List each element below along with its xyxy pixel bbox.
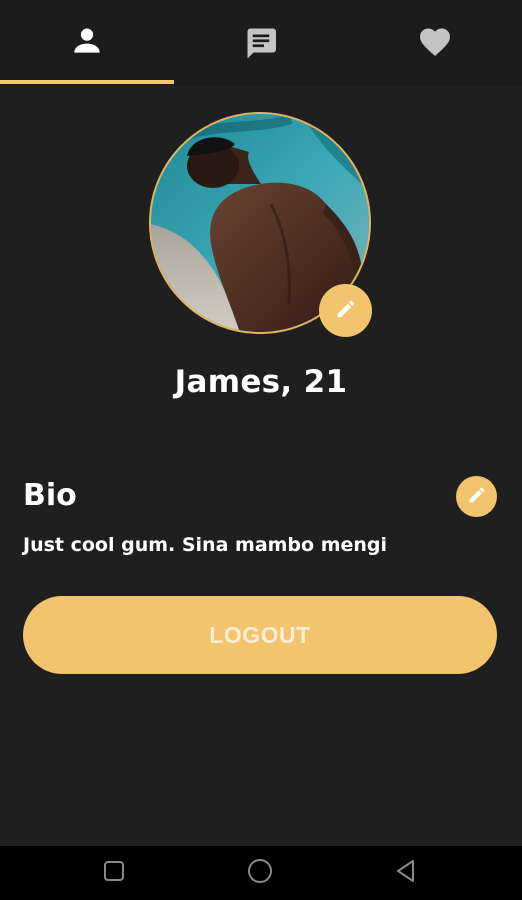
home-button[interactable] xyxy=(230,846,290,900)
profile-name: James, 21 xyxy=(174,364,348,400)
pencil-icon xyxy=(467,485,487,509)
bio-text: Just cool gum. Sina mambo mengi xyxy=(23,534,388,556)
tab-likes[interactable] xyxy=(348,0,522,86)
tab-messages[interactable] xyxy=(174,0,348,86)
bio-heading: Bio xyxy=(23,478,77,513)
system-nav-bar xyxy=(0,846,522,900)
back-icon xyxy=(394,859,418,887)
chat-icon xyxy=(243,24,279,60)
edit-avatar-button[interactable] xyxy=(319,284,372,337)
home-icon xyxy=(247,858,273,888)
recents-icon xyxy=(103,860,125,886)
recents-button[interactable] xyxy=(84,846,144,900)
edit-bio-button[interactable] xyxy=(456,476,497,517)
heart-icon xyxy=(417,24,453,60)
top-tab-bar xyxy=(0,0,522,86)
active-tab-indicator xyxy=(0,80,174,84)
pencil-icon xyxy=(335,298,357,324)
person-icon xyxy=(71,24,103,56)
tab-profile[interactable] xyxy=(0,0,174,86)
logout-button[interactable]: LOGOUT xyxy=(23,596,497,674)
back-button[interactable] xyxy=(376,846,436,900)
